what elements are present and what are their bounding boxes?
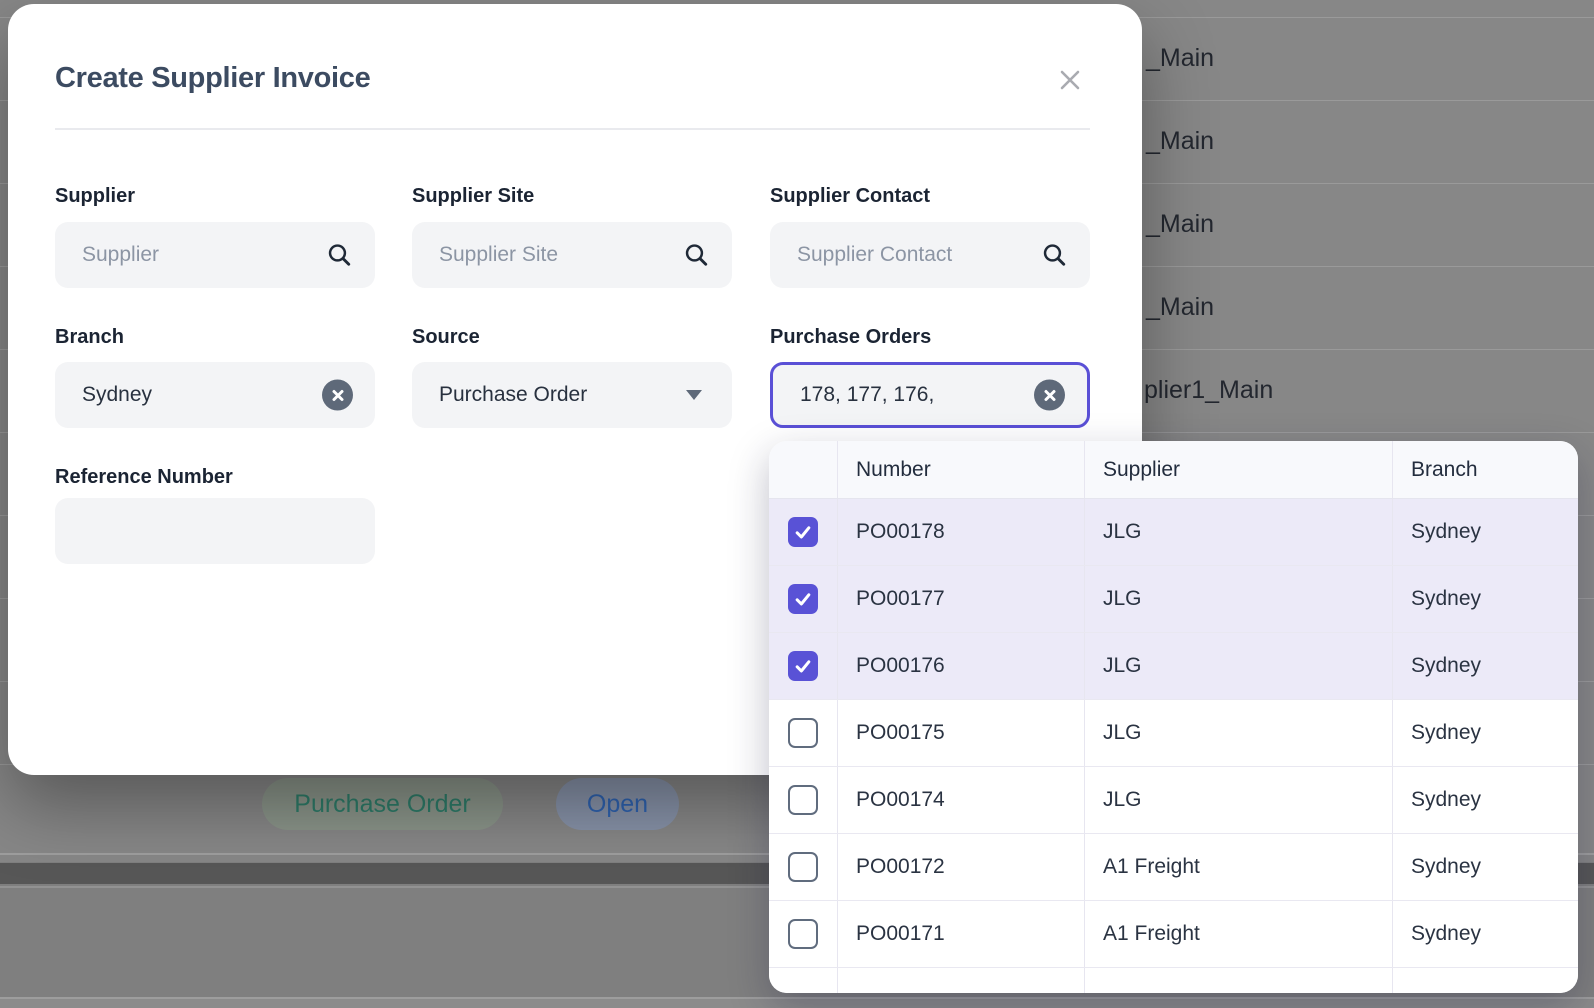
po-supplier-cell xyxy=(1085,968,1393,993)
supplier-input[interactable]: Supplier xyxy=(55,222,375,288)
po-number-cell xyxy=(838,968,1085,993)
branch-input[interactable]: Sydney xyxy=(55,362,375,428)
supplier-site-label: Supplier Site xyxy=(412,185,534,208)
purchase-orders-label: Purchase Orders xyxy=(770,326,931,349)
po-number-cell: PO00172 xyxy=(838,834,1085,900)
supplier-contact-label: Supplier Contact xyxy=(770,185,930,208)
po-header-branch: Branch xyxy=(1393,441,1578,498)
source-value: Purchase Order xyxy=(439,383,587,407)
po-number-cell: PO00174 xyxy=(838,767,1085,833)
po-row-checkbox[interactable] xyxy=(769,767,838,833)
reference-number-label: Reference Number xyxy=(55,466,233,489)
search-icon[interactable] xyxy=(1041,242,1068,269)
bg-supplier-site-text: plier1_Main xyxy=(1144,376,1273,405)
chevron-down-icon xyxy=(686,390,702,400)
bg-supplier-site-text: _Main xyxy=(1146,44,1214,73)
po-number-cell: PO00178 xyxy=(838,499,1085,565)
po-header-supplier: Supplier xyxy=(1085,441,1393,498)
supplier-contact-placeholder: Supplier Contact xyxy=(797,243,952,267)
po-header-number: Number xyxy=(838,441,1085,498)
bg-supplier-site-text: _Main xyxy=(1146,210,1214,239)
po-header-checkbox-col xyxy=(769,441,838,498)
bg-badge-purchase-order-label: Purchase Order xyxy=(294,790,470,819)
po-supplier-cell: JLG xyxy=(1085,633,1393,699)
clear-purchase-orders-button[interactable] xyxy=(1034,380,1065,411)
po-table-row[interactable]: PO00175 JLG Sydney xyxy=(769,700,1578,767)
po-supplier-cell: A1 Freight xyxy=(1085,901,1393,967)
supplier-placeholder: Supplier xyxy=(82,243,159,267)
po-table-row[interactable]: PO00171 A1 Freight Sydney xyxy=(769,901,1578,968)
close-icon xyxy=(1056,66,1084,94)
po-table-row[interactable]: PO00172 A1 Freight Sydney xyxy=(769,834,1578,901)
po-branch-cell: Sydney xyxy=(1393,633,1578,699)
po-supplier-cell: A1 Freight xyxy=(1085,834,1393,900)
po-table-row[interactable]: PO00176 JLG Sydney xyxy=(769,633,1578,700)
po-row-checkbox xyxy=(769,968,838,993)
bg-supplier-site-text: _Main xyxy=(1146,127,1214,156)
branch-label: Branch xyxy=(55,326,124,349)
supplier-label: Supplier xyxy=(55,185,135,208)
po-row-checkbox[interactable] xyxy=(769,566,838,632)
po-branch-cell: Sydney xyxy=(1393,700,1578,766)
clear-x-icon xyxy=(331,388,345,402)
bg-badge-open: Open xyxy=(556,778,679,830)
po-supplier-cell: JLG xyxy=(1085,767,1393,833)
po-branch-cell: Sydney xyxy=(1393,499,1578,565)
po-supplier-cell: JLG xyxy=(1085,566,1393,632)
supplier-contact-input[interactable]: Supplier Contact xyxy=(770,222,1090,288)
search-icon[interactable] xyxy=(683,242,710,269)
supplier-site-placeholder: Supplier Site xyxy=(439,243,558,267)
branch-value: Sydney xyxy=(82,383,152,407)
po-supplier-cell: JLG xyxy=(1085,700,1393,766)
po-row-checkbox[interactable] xyxy=(769,499,838,565)
po-row-checkbox[interactable] xyxy=(769,901,838,967)
po-table-row[interactable]: PO00174 JLG Sydney xyxy=(769,767,1578,834)
bg-badge-purchase-order: Purchase Order xyxy=(262,778,503,830)
po-row-checkbox[interactable] xyxy=(769,700,838,766)
po-table-row[interactable]: PO00178 JLG Sydney xyxy=(769,499,1578,566)
po-number-cell: PO00177 xyxy=(838,566,1085,632)
purchase-orders-input[interactable]: 178, 177, 176, xyxy=(770,362,1090,428)
bg-supplier-site-text: _Main xyxy=(1146,293,1214,322)
source-label: Source xyxy=(412,326,480,349)
source-select[interactable]: Purchase Order xyxy=(412,362,732,428)
po-table-row-partial xyxy=(769,968,1578,993)
po-supplier-cell: JLG xyxy=(1085,499,1393,565)
po-branch-cell: Sydney xyxy=(1393,566,1578,632)
po-table-row[interactable]: PO00177 JLG Sydney xyxy=(769,566,1578,633)
po-branch-cell: Sydney xyxy=(1393,767,1578,833)
po-number-cell: PO00176 xyxy=(838,633,1085,699)
po-row-checkbox[interactable] xyxy=(769,834,838,900)
po-branch-cell: Sydney xyxy=(1393,901,1578,967)
search-icon[interactable] xyxy=(326,242,353,269)
reference-number-input[interactable] xyxy=(55,498,375,564)
header-divider xyxy=(55,128,1090,130)
po-number-cell: PO00175 xyxy=(838,700,1085,766)
po-number-cell: PO00171 xyxy=(838,901,1085,967)
supplier-site-input[interactable]: Supplier Site xyxy=(412,222,732,288)
clear-branch-button[interactable] xyxy=(322,380,353,411)
bg-bottom-strip xyxy=(0,999,1594,1008)
purchase-orders-dropdown: Number Supplier Branch PO00178 JLG Sydne… xyxy=(769,441,1578,993)
po-row-checkbox[interactable] xyxy=(769,633,838,699)
po-branch-cell: Sydney xyxy=(1393,834,1578,900)
po-branch-cell xyxy=(1393,968,1578,993)
po-table-header: Number Supplier Branch xyxy=(769,441,1578,499)
bg-badge-open-label: Open xyxy=(587,790,648,819)
clear-x-icon xyxy=(1043,388,1057,402)
purchase-orders-value: 178, 177, 176, xyxy=(800,383,934,407)
modal-title: Create Supplier Invoice xyxy=(55,62,370,95)
close-button[interactable] xyxy=(1048,58,1092,102)
